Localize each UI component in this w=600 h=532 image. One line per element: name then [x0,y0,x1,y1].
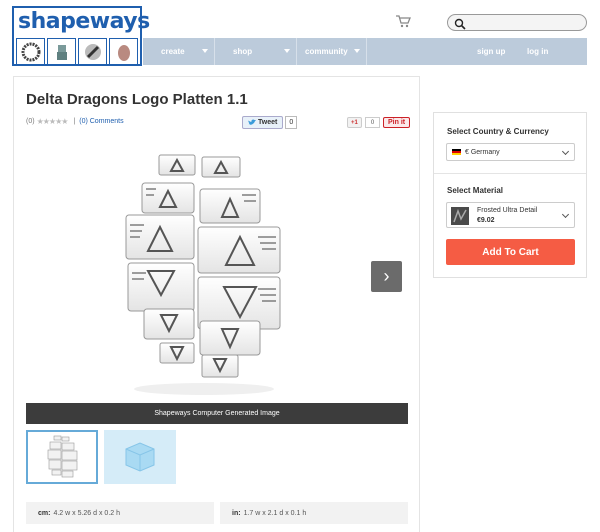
comments-link[interactable]: (0) Comments [79,118,123,125]
cube-icon [125,442,155,472]
cart-icon[interactable] [395,14,411,28]
gplus-label: +1 [347,117,362,128]
ring-icon [16,38,45,65]
search-input[interactable] [447,14,587,31]
divider [434,173,586,174]
thumbnail-render[interactable] [26,430,98,484]
plates-thumb-icon [47,435,78,478]
material-select[interactable]: Frosted Ultra Detail €9.02 [446,202,575,228]
pin-it-button[interactable]: Pin it [383,117,411,128]
chevron-down-icon [284,49,290,53]
log-in-link[interactable]: log in [527,38,548,65]
tweet-label: Tweet [258,119,278,126]
tweet-count: 0 [285,116,298,129]
logo-text: shapeways [18,9,150,34]
country-select[interactable]: € Germany [446,143,575,161]
gplus-count: 0 [364,117,381,128]
twitter-bird-icon [248,119,256,125]
tweet-button[interactable]: Tweet 0 [242,116,298,129]
page-title: Delta Dragons Logo Platten 1.1 [26,91,248,108]
egg-icon [109,38,138,65]
buy-panel: Select Country & Currency € Germany Sele… [433,112,587,278]
germany-flag-icon [452,149,461,155]
dimension-cm: cm: 4.2 w x 5.26 d x 0.2 h [26,502,214,524]
add-to-cart-button[interactable]: Add To Cart [446,239,575,265]
nav-shop[interactable]: shop [225,38,297,65]
chevron-down-icon [354,49,360,53]
chevron-down-icon [202,49,208,53]
dimension-in: in: 1.7 w x 2.1 d x 0.1 h [220,502,408,524]
robot-figure-icon [47,38,76,65]
star-rating-icon[interactable]: ★★★★★ [37,117,69,126]
sign-up-link[interactable]: sign up [477,38,505,65]
dimension-cm-value: 4.2 w x 5.26 d x 0.2 h [53,509,120,517]
logo-thumbnails [16,38,138,65]
main-nav: create shop community sign up log in [143,38,587,65]
chevron-down-icon [561,147,570,156]
nav-community[interactable]: community [297,38,367,65]
thumbnail-material[interactable] [104,430,176,484]
tweet-label-wrap: Tweet [242,116,284,129]
wrench-icon [78,38,107,65]
image-thumbnails [26,430,176,484]
product-panel: Delta Dragons Logo Platten 1.1 (0) ★★★★★… [13,76,420,532]
dimension-in-value: 1.7 w x 2.1 d x 0.1 h [243,509,307,517]
dimension-in-unit: in: [232,509,241,517]
logo-plates-render [125,154,281,395]
nav-create-label: create [161,47,185,56]
material-label: Select Material [447,186,504,195]
image-caption: Shapeways Computer Generated Image [26,403,408,424]
nav-shop-label: shop [233,47,253,56]
chevron-down-icon [561,210,570,219]
rating-row: (0) ★★★★★ | (0) Comments [26,117,124,126]
dimensions: cm: 4.2 w x 5.26 d x 0.2 h in: 1.7 w x 2… [26,502,408,524]
product-image[interactable]: › [26,141,408,403]
search-icon [454,17,466,30]
gplus-button[interactable]: +1 0 [347,117,381,128]
country-label: Select Country & Currency [447,127,549,136]
chevron-right-icon: › [383,266,390,286]
material-price: €9.02 [477,217,495,224]
country-value: € Germany [465,148,500,156]
dimension-cm-unit: cm: [38,509,51,517]
material-swatch-icon [451,207,469,225]
material-name: Frosted Ultra Detail [477,207,538,214]
shapeways-logo[interactable]: shapeways [12,6,150,66]
nav-community-label: community [305,47,348,56]
nav-create[interactable]: create [153,38,215,65]
separator: | [73,118,76,125]
next-image-button[interactable]: › [371,261,402,292]
rating-count: (0) [26,118,35,125]
